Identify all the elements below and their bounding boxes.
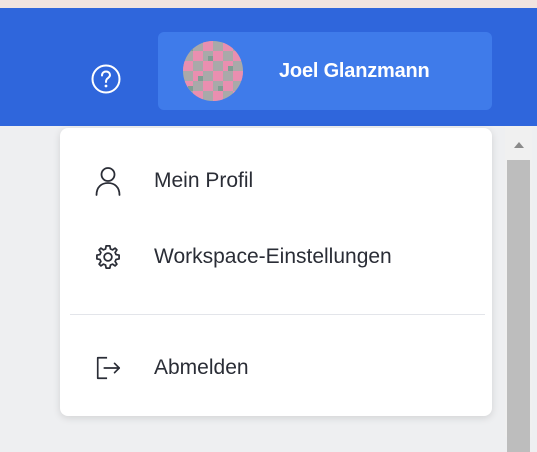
menu-item-logout[interactable]: Abmelden [60, 340, 492, 396]
help-button[interactable] [90, 63, 122, 95]
user-name: Joel Glanzmann [279, 60, 430, 82]
scrollbar-thumb[interactable] [507, 160, 530, 452]
scrollbar[interactable] [505, 126, 532, 452]
user-icon [94, 167, 122, 196]
user-dropdown-menu: Mein Profil Workspace-Einstellungen Abme… [60, 128, 492, 416]
menu-item-profile[interactable]: Mein Profil [60, 153, 492, 209]
menu-item-label: Abmelden [154, 356, 249, 379]
gear-icon [94, 243, 122, 271]
triangle-up-icon [513, 142, 524, 148]
menu-item-workspace-settings[interactable]: Workspace-Einstellungen [60, 229, 492, 285]
user-menu-button[interactable]: Joel Glanzmann [158, 32, 492, 110]
top-strip [0, 0, 537, 8]
menu-item-label: Workspace-Einstellungen [154, 245, 392, 268]
scroll-up-button[interactable] [505, 134, 532, 156]
avatar [183, 41, 243, 101]
logout-icon [94, 354, 122, 382]
menu-divider [70, 314, 485, 315]
menu-item-label: Mein Profil [154, 169, 254, 192]
question-circle-icon [91, 64, 121, 94]
